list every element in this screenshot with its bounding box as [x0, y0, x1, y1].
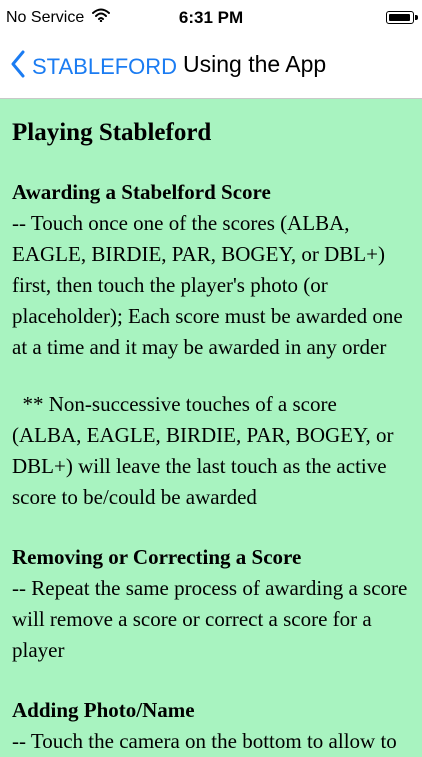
section-note: ** Non-successive touches of a score (AL… [12, 389, 412, 513]
text-line: at a time and it may be awarded in any o… [12, 335, 387, 359]
section-adding-photo: Adding Photo/Name -- Touch the camera on… [12, 695, 412, 757]
text-line: first, then touch the player's photo (or [12, 273, 328, 297]
text-line: -- Repeat the same process of awarding a… [12, 576, 408, 600]
navigation-bar: STABLEFORD Using the App [0, 36, 422, 99]
section-awarding: Awarding a Stabelford Score -- Touch onc… [12, 177, 412, 363]
status-time: 6:31 PM [178, 8, 244, 27]
chevron-left-icon [10, 50, 26, 84]
section-heading: Removing or Correcting a Score [12, 545, 302, 569]
section-heading: Adding Photo/Name [12, 698, 195, 722]
text-line: ** Non-successive touches of a score [12, 392, 337, 416]
text-line: -- Touch once one of the scores (ALBA, [12, 211, 350, 235]
section-removing: Removing or Correcting a Score -- Repeat… [12, 542, 412, 666]
text-line: will remove a score or correct a score f… [12, 607, 372, 631]
back-button[interactable]: STABLEFORD [10, 50, 177, 84]
text-line: placeholder); Each score must be awarded… [12, 304, 403, 328]
text-line: player [12, 638, 65, 662]
main-heading: Playing Stableford [12, 119, 212, 146]
text-line: EAGLE, BIRDIE, PAR, BOGEY, or DBL+) [12, 242, 385, 266]
section-heading: Awarding a Stabelford Score [12, 180, 271, 204]
page-title: Using the App [183, 51, 327, 77]
text-line: -- Touch the camera on the bottom to all… [12, 729, 397, 753]
back-button-label: STABLEFORD [32, 54, 178, 79]
status-bar: No Service 6:31 PM [0, 0, 422, 36]
help-content: Playing Stableford Awarding a Stabelford… [12, 99, 412, 757]
battery-icon [386, 11, 418, 24]
text-line: (ALBA, EAGLE, BIRDIE, PAR, BOGEY, or [12, 423, 394, 447]
text-line: score to be/could be awarded [12, 485, 257, 509]
text-line: DBL+) will leave the last touch as the a… [12, 454, 387, 478]
